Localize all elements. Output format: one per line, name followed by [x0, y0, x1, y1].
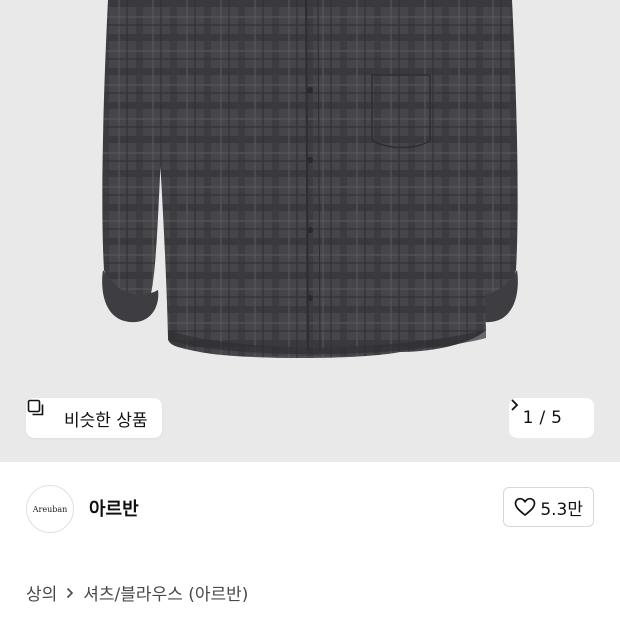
brand-row: Areuban 아르반 5.3만 [0, 462, 620, 554]
chevron-right-icon [510, 399, 582, 425]
pager-separator: / [539, 408, 546, 428]
product-image[interactable]: 비슷한 상품 1 / 5 [0, 0, 620, 462]
similar-products-icon [27, 399, 58, 428]
pager-current: 1 [522, 408, 534, 428]
like-count: 5.3만 [540, 499, 583, 520]
heart-outline-icon [514, 496, 536, 518]
pager-total: 5 [551, 408, 562, 428]
brand-logo-text: Areuban [32, 504, 68, 514]
similar-products-label: 비슷한 상품 [64, 410, 148, 431]
like-button[interactable]: 5.3만 [503, 487, 594, 527]
brand-name[interactable]: 아르반 [89, 495, 139, 521]
brand-logo[interactable]: Areuban [26, 485, 74, 533]
image-pager[interactable]: 1 / 5 [508, 398, 594, 438]
breadcrumb-category[interactable]: 상의 [26, 580, 57, 605]
shirt-illustration [102, 0, 518, 358]
breadcrumb: 상의 셔츠/블라우스 (아르반) [26, 580, 248, 605]
similar-products-button[interactable]: 비슷한 상품 [26, 398, 162, 438]
breadcrumb-subcategory[interactable]: 셔츠/블라우스 (아르반) [83, 580, 248, 605]
chevron-right-icon [63, 586, 77, 600]
